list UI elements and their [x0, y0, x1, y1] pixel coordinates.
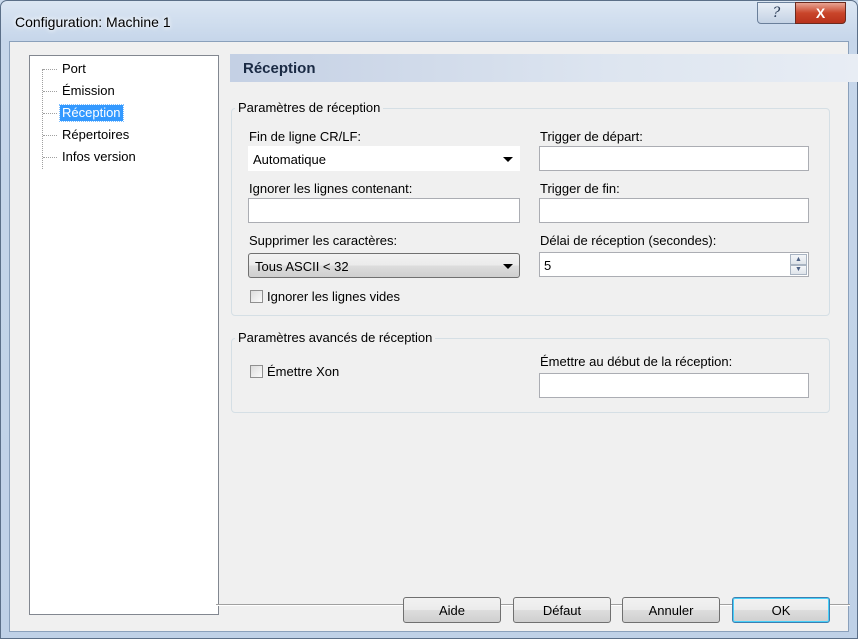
page-title: Réception — [243, 60, 316, 77]
xon-checkbox[interactable] — [250, 365, 263, 378]
tree-item-port[interactable]: Port — [60, 61, 88, 77]
spin-up-icon[interactable]: ▲ — [790, 254, 807, 265]
trigger-start-input[interactable] — [539, 146, 809, 171]
config-dialog: Configuration: Machine 1 ? X Port Émissi… — [0, 0, 858, 639]
delay-value: 5 — [544, 258, 552, 273]
group-label: Paramètres avancés de réception — [235, 330, 436, 345]
dialog-client-area: Port Émission Réception Répertoires Info… — [9, 41, 858, 632]
tree-connector — [43, 157, 57, 158]
spin-down-icon[interactable]: ▼ — [790, 264, 807, 275]
trigger-end-label: Trigger de fin: — [540, 181, 620, 196]
emit-start-input[interactable] — [539, 373, 809, 398]
chevron-down-icon — [503, 264, 513, 269]
tree-connector — [43, 69, 57, 70]
default-button[interactable]: Défaut — [513, 597, 611, 623]
emit-start-label: Émettre au début de la réception: — [540, 354, 733, 369]
ignore-empty-label[interactable]: Ignorer les lignes vides — [267, 289, 400, 304]
tree-connector — [43, 91, 57, 92]
tree-item-emission[interactable]: Émission — [60, 83, 117, 99]
tree-item-infos-version[interactable]: Infos version — [60, 149, 138, 165]
trigger-end-input[interactable] — [539, 198, 809, 223]
tree-connector-line — [42, 69, 43, 169]
xon-label[interactable]: Émettre Xon — [267, 364, 339, 379]
remove-chars-dropdown[interactable]: Tous ASCII < 32 — [248, 253, 520, 278]
trigger-start-label: Trigger de départ: — [540, 129, 643, 144]
delay-label: Délai de réception (secondes): — [540, 233, 717, 248]
tree-connector — [43, 113, 57, 114]
tree-item-repertoires[interactable]: Répertoires — [60, 127, 131, 143]
eol-dropdown[interactable]: Automatique — [248, 146, 520, 171]
ignore-empty-checkbox[interactable] — [250, 290, 263, 303]
ok-button[interactable]: OK — [732, 597, 830, 623]
window-title: Configuration: Machine 1 — [15, 14, 171, 30]
eol-label: Fin de ligne CR/LF: — [249, 129, 361, 144]
title-bar[interactable]: Configuration: Machine 1 ? X — [1, 1, 857, 41]
chevron-down-icon — [503, 157, 513, 162]
cancel-button[interactable]: Annuler — [622, 597, 720, 623]
close-button[interactable]: X — [795, 2, 846, 24]
ignore-lines-input[interactable] — [248, 198, 520, 223]
group-label: Paramètres de réception — [235, 100, 384, 115]
delay-spinner[interactable]: 5 ▲ ▼ — [539, 252, 809, 277]
spin-buttons[interactable]: ▲ ▼ — [790, 254, 807, 275]
pane-header: Réception — [230, 54, 858, 82]
remove-chars-label: Supprimer les caractères: — [249, 233, 398, 248]
ignore-lines-label: Ignorer les lignes contenant: — [249, 181, 413, 196]
tree-connector — [43, 135, 57, 136]
tree-item-reception[interactable]: Réception — [59, 104, 124, 122]
help-button[interactable]: Aide — [403, 597, 501, 623]
remove-chars-value: Tous ASCII < 32 — [255, 259, 349, 274]
help-title-button[interactable]: ? — [757, 2, 796, 24]
settings-tree[interactable]: Port Émission Réception Répertoires Info… — [29, 55, 219, 615]
close-icon: X — [815, 5, 826, 21]
question-icon: ? — [772, 5, 781, 21]
eol-value: Automatique — [253, 152, 326, 167]
